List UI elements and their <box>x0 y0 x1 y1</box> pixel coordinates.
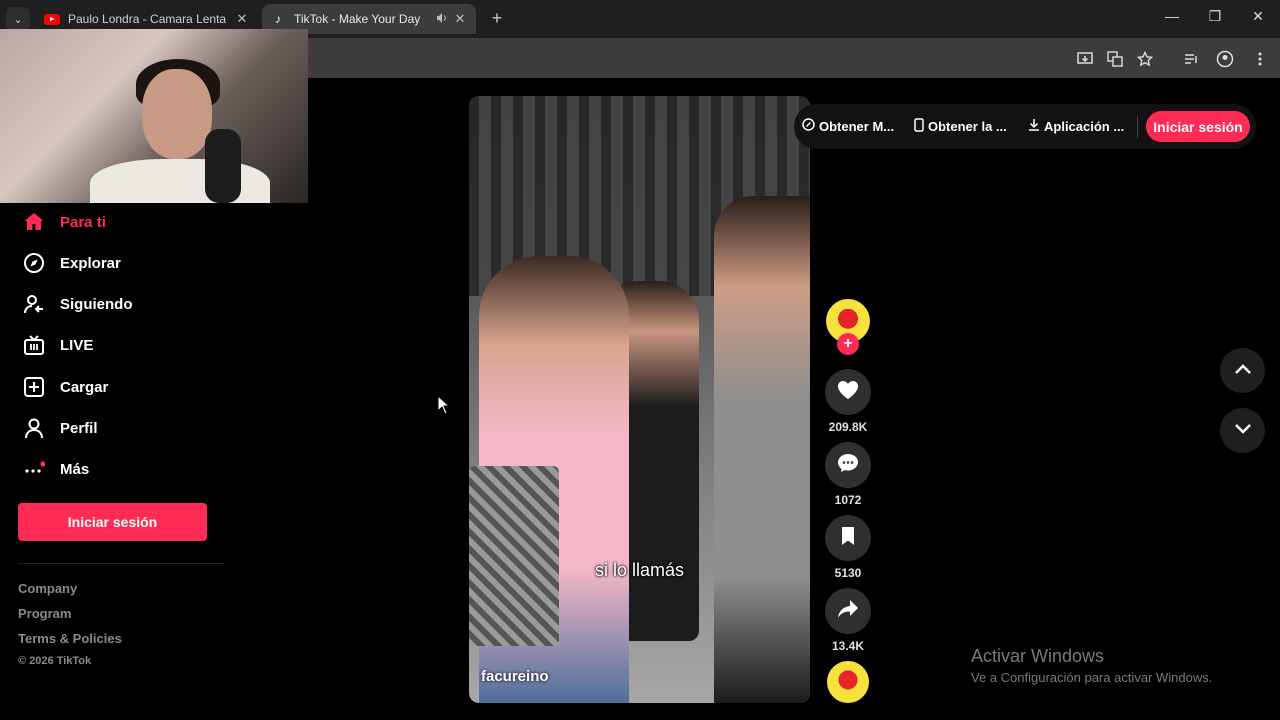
bookmark-star-icon[interactable] <box>1135 49 1155 69</box>
restore-button[interactable]: ❐ <box>1203 8 1227 25</box>
sidebar-item-label: Para ti <box>60 213 106 231</box>
upload-icon <box>22 375 46 399</box>
comment-count: 1072 <box>834 493 862 507</box>
youtube-icon <box>44 11 60 27</box>
comment-icon <box>837 453 859 478</box>
live-icon <box>22 333 46 357</box>
windows-activation-subtitle: Ve a Configuración para activar Windows. <box>971 670 1213 685</box>
sidebar-item-label: Siguiendo <box>60 295 133 313</box>
header-link-desktop-app[interactable]: Aplicación ... <box>1028 118 1124 134</box>
download-icon <box>1028 118 1040 134</box>
sidebar-login-button[interactable]: Iniciar sesión <box>18 503 207 541</box>
header-separator <box>1137 116 1138 138</box>
sidebar-item-para-ti[interactable]: Para ti <box>22 208 106 236</box>
profile-avatar-icon[interactable] <box>1215 49 1235 69</box>
footer-link-program[interactable]: Program <box>18 606 71 621</box>
follow-plus-icon[interactable]: + <box>837 333 859 355</box>
share-count: 13.4K <box>831 639 865 653</box>
tab-title: TikTok - Make Your Day <box>294 12 421 26</box>
video-author[interactable]: facureino <box>481 668 549 685</box>
sidebar-item-label: Explorar <box>60 254 121 272</box>
like-count: 209.8K <box>828 420 868 434</box>
tab-close-icon[interactable]: ✕ <box>234 11 250 27</box>
new-tab-button[interactable]: + <box>486 8 508 29</box>
chevron-up-icon <box>1234 362 1252 380</box>
more-icon <box>22 457 46 481</box>
following-icon <box>22 292 46 316</box>
tiktok-icon: ♪ <box>275 12 281 26</box>
footer-link-company[interactable]: Company <box>18 581 77 596</box>
music-disc-avatar[interactable] <box>826 660 870 704</box>
sidebar-item-label: Perfil <box>60 419 98 437</box>
heart-icon <box>837 380 859 405</box>
sidebar-item-live[interactable]: LIVE <box>22 331 93 359</box>
share-button[interactable] <box>825 588 871 634</box>
windows-activation-title: Activar Windows <box>971 646 1105 666</box>
tab-title: Paulo Londra - Camara Lenta (C <box>68 12 230 26</box>
phone-icon <box>914 118 924 135</box>
install-app-icon[interactable] <box>1075 49 1095 69</box>
sidebar-item-label: LIVE <box>60 336 94 354</box>
sidebar-item-siguiendo[interactable]: Siguiendo <box>22 290 133 318</box>
tab-search-dropdown[interactable]: ⌄ <box>6 7 30 31</box>
bookmark-icon <box>840 526 856 551</box>
compass-icon <box>22 251 46 275</box>
translate-icon[interactable] <box>1105 49 1125 69</box>
video-player[interactable]: si lo llamás facureino <box>469 96 810 703</box>
previous-video-button[interactable] <box>1220 348 1265 393</box>
close-window-button[interactable]: ✕ <box>1246 8 1270 25</box>
next-video-button[interactable] <box>1220 408 1265 453</box>
coin-icon <box>802 118 815 134</box>
chevron-down-icon <box>1234 422 1252 440</box>
sidebar-item-explorar[interactable]: Explorar <box>22 249 121 277</box>
minimize-button[interactable]: — <box>1160 8 1184 24</box>
sidebar-item-cargar[interactable]: Cargar <box>22 373 108 401</box>
save-button[interactable] <box>825 515 871 561</box>
like-button[interactable] <box>825 369 871 415</box>
sidebar-divider <box>18 563 224 564</box>
audio-playing-icon[interactable] <box>436 12 448 27</box>
mouse-cursor-icon <box>437 394 451 420</box>
header-login-button[interactable]: Iniciar sesión <box>1146 111 1250 142</box>
sidebar-item-label: Más <box>60 460 90 478</box>
comment-button[interactable] <box>825 442 871 488</box>
sidebar-item-mas[interactable]: Más <box>22 455 89 483</box>
footer-link-terms[interactable]: Terms & Policies <box>18 631 122 646</box>
tab-close-icon[interactable]: ✕ <box>452 11 468 27</box>
header-link-get-app[interactable]: Obtener la ... <box>914 118 1007 135</box>
webcam-overlay <box>0 29 308 203</box>
copyright-text: © 2026 TikTok <box>18 655 92 667</box>
save-count: 5130 <box>834 566 862 580</box>
profile-icon <box>22 416 46 440</box>
browser-menu-icon[interactable] <box>1250 49 1270 69</box>
sidebar-item-perfil[interactable]: Perfil <box>22 414 98 442</box>
header-link-coins[interactable]: Obtener M... <box>802 118 894 134</box>
share-icon <box>837 599 859 624</box>
media-controls-icon[interactable] <box>1181 49 1201 69</box>
sidebar-item-label: Cargar <box>60 378 109 396</box>
video-caption: si lo llamás <box>594 560 685 580</box>
home-icon <box>22 210 46 234</box>
